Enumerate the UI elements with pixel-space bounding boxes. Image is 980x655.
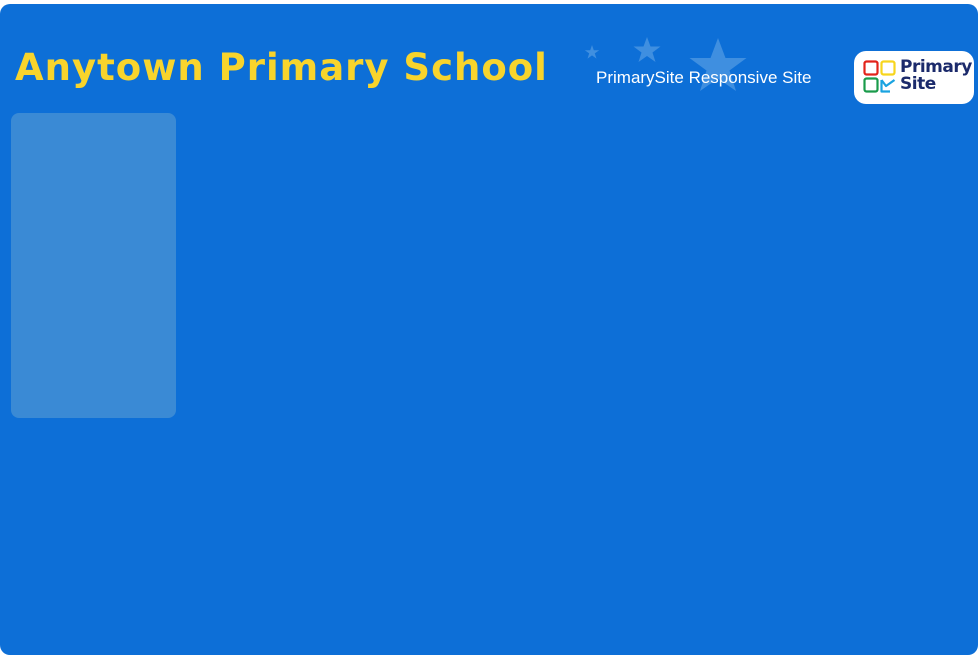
logo-wordmark: Primary Site [900,59,972,93]
school-name-title[interactable]: Anytown Primary School [15,46,548,89]
logo-line-2: Site [900,74,936,94]
small-star-icon [584,45,600,59]
site-subtitle: PrimarySite Responsive Site [596,68,812,87]
page-background: Anytown Primary School PrimarySite Respo… [0,4,978,655]
sidebar-panel [11,113,176,418]
medium-star-icon [633,37,661,62]
primarysite-logo[interactable]: Primary Site [854,51,974,104]
primarysite-logo-icon [863,60,896,93]
